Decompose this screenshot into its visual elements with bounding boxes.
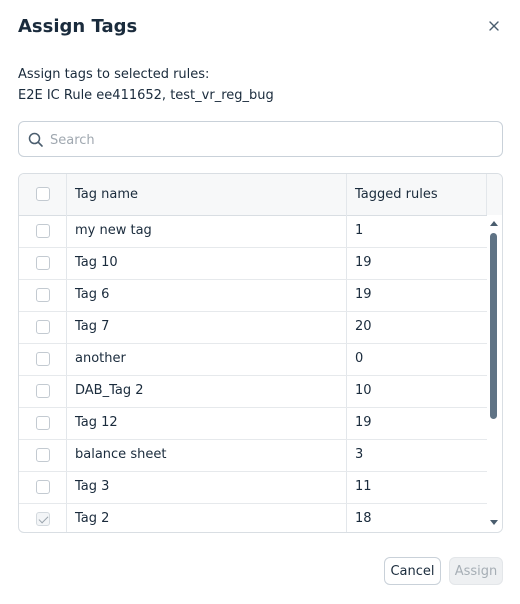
dialog-title: Assign Tags bbox=[18, 16, 138, 37]
table-row[interactable]: my new tag 1 bbox=[19, 215, 487, 248]
tagged-rules-cell: 19 bbox=[355, 415, 372, 430]
scrollbar-thumb[interactable] bbox=[490, 233, 497, 419]
selected-rules-text: E2E IC Rule ee411652, test_vr_reg_bug bbox=[18, 88, 274, 103]
table-row[interactable]: DAB_Tag 2 10 bbox=[19, 375, 487, 408]
table-body: my new tag 1 Tag 10 19 Tag 6 19 Tag 7 20… bbox=[19, 215, 487, 532]
table-row[interactable]: balance sheet 3 bbox=[19, 439, 487, 472]
search-box bbox=[18, 121, 503, 157]
table-row[interactable]: Tag 3 11 bbox=[19, 471, 487, 504]
row-checkbox[interactable] bbox=[36, 352, 50, 366]
assign-button[interactable]: Assign bbox=[449, 557, 503, 585]
column-header-tag-name[interactable]: Tag name bbox=[75, 187, 138, 202]
row-checkbox[interactable] bbox=[36, 224, 50, 238]
dialog-subtitle: Assign tags to selected rules: bbox=[18, 67, 210, 82]
table-scrollbar[interactable] bbox=[487, 215, 502, 532]
row-checkbox[interactable] bbox=[36, 320, 50, 334]
table-row[interactable]: Tag 12 19 bbox=[19, 407, 487, 440]
tagged-rules-cell: 10 bbox=[355, 383, 372, 398]
assign-tags-dialog: Assign Tags Assign tags to selected rule… bbox=[0, 0, 520, 604]
tag-name-cell: my new tag bbox=[75, 223, 152, 238]
select-all-checkbox[interactable] bbox=[36, 187, 50, 201]
tag-name-cell: Tag 12 bbox=[75, 415, 118, 430]
tagged-rules-cell: 19 bbox=[355, 255, 372, 270]
tagged-rules-cell: 11 bbox=[355, 479, 372, 494]
search-input[interactable] bbox=[48, 128, 492, 152]
tag-name-cell: Tag 10 bbox=[75, 255, 118, 270]
table-row[interactable]: Tag 6 19 bbox=[19, 279, 487, 312]
tagged-rules-cell: 3 bbox=[355, 447, 364, 462]
row-checkbox[interactable] bbox=[36, 416, 50, 430]
close-icon[interactable] bbox=[486, 18, 502, 34]
tag-name-cell: Tag 2 bbox=[75, 511, 110, 526]
table-header: Tag name Tagged rules bbox=[19, 174, 502, 216]
column-divider bbox=[486, 174, 487, 215]
tags-table: Tag name Tagged rules my new tag 1 Tag 1… bbox=[18, 173, 503, 533]
tagged-rules-cell: 1 bbox=[355, 223, 364, 238]
tag-name-cell: Tag 6 bbox=[75, 287, 110, 302]
tagged-rules-cell: 18 bbox=[355, 511, 372, 526]
tagged-rules-cell: 0 bbox=[355, 351, 364, 366]
cancel-button[interactable]: Cancel bbox=[384, 557, 441, 585]
tagged-rules-cell: 20 bbox=[355, 319, 372, 334]
tag-name-cell: DAB_Tag 2 bbox=[75, 383, 144, 398]
tag-name-cell: Tag 3 bbox=[75, 479, 110, 494]
table-row[interactable]: Tag 2 18 bbox=[19, 503, 487, 532]
table-row[interactable]: Tag 10 19 bbox=[19, 247, 487, 280]
table-row[interactable]: another 0 bbox=[19, 343, 487, 376]
row-checkbox[interactable] bbox=[36, 512, 50, 526]
tag-name-cell: balance sheet bbox=[75, 447, 167, 462]
table-row[interactable]: Tag 7 20 bbox=[19, 311, 487, 344]
scroll-up-arrow-icon[interactable] bbox=[490, 221, 498, 226]
scroll-down-arrow-icon[interactable] bbox=[490, 520, 498, 525]
tagged-rules-cell: 19 bbox=[355, 287, 372, 302]
row-checkbox[interactable] bbox=[36, 256, 50, 270]
tag-name-cell: Tag 7 bbox=[75, 319, 110, 334]
row-checkbox[interactable] bbox=[36, 480, 50, 494]
search-icon bbox=[28, 132, 44, 148]
row-checkbox[interactable] bbox=[36, 384, 50, 398]
row-checkbox[interactable] bbox=[36, 448, 50, 462]
tag-name-cell: another bbox=[75, 351, 126, 366]
row-checkbox[interactable] bbox=[36, 288, 50, 302]
column-header-tagged-rules[interactable]: Tagged rules bbox=[355, 187, 438, 202]
